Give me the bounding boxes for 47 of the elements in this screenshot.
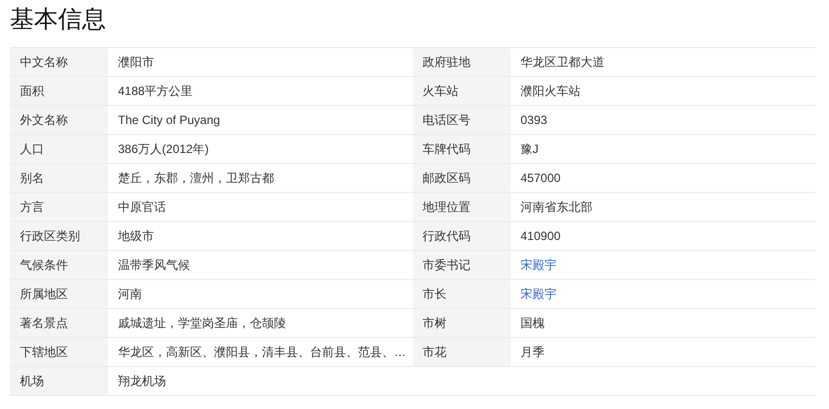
field-label: 人口 [20,141,44,158]
field-label: 外文名称 [20,112,68,129]
field-value: 410900 [520,228,561,245]
field-value: 濮阳市 [118,54,154,71]
field-label: 气候条件 [20,257,68,274]
field-value: 河南省东北部 [520,199,592,216]
field-label: 中文名称 [20,54,68,71]
field-value: 457000 [520,170,561,187]
field-label: 市长 [422,286,446,303]
field-label: 机场 [20,373,44,390]
field-label: 方言 [20,199,44,216]
field-value: 国槐 [520,315,544,332]
field-value: 楚丘，东郡，澶州，卫郑古都 [118,170,274,187]
field-value: 华龙区卫都大道 [520,54,604,71]
field-value: 戚城遗址，学堂岗圣庙，仓颉陵 [118,315,286,332]
field-label: 电话区号 [422,112,470,129]
field-value: 河南 [118,286,142,303]
field-label: 火车站 [422,83,458,100]
field-label: 行政代码 [422,228,470,245]
value-link[interactable]: 宋殿宇 [520,285,556,303]
field-value: The City of Puyang [118,112,220,129]
field-value: 翔龙机场 [118,373,166,390]
field-label: 面积 [20,83,44,100]
field-label: 著名景点 [20,315,68,332]
field-label: 别名 [20,170,44,187]
field-value: 地级市 [118,228,154,245]
field-value: 386万人(2012年) [118,141,209,158]
field-value: 华龙区，高新区、濮阳县，清丰县、台前县、范县、… [118,344,406,361]
field-value: 4188平方公里 [118,83,193,100]
field-label: 市树 [422,315,446,332]
field-value: 中原官话 [118,199,166,216]
field-label: 行政区类别 [20,228,80,245]
field-label: 下辖地区 [20,344,68,361]
field-label: 政府驻地 [422,54,470,71]
field-label: 车牌代码 [422,141,470,158]
field-label: 地理位置 [422,199,470,216]
field-label: 市花 [422,344,446,361]
value-link[interactable]: 宋殿宇 [520,256,556,274]
field-value: 豫J [520,141,538,158]
field-value: 濮阳火车站 [520,83,580,100]
section-title: 基本信息 [10,5,106,35]
field-value: 温带季风气候 [118,257,190,274]
field-value: 月季 [520,344,544,361]
field-label: 市委书记 [422,257,470,274]
field-label: 邮政区码 [422,170,470,187]
field-value: 0393 [520,112,548,129]
field-label: 所属地区 [20,286,68,303]
